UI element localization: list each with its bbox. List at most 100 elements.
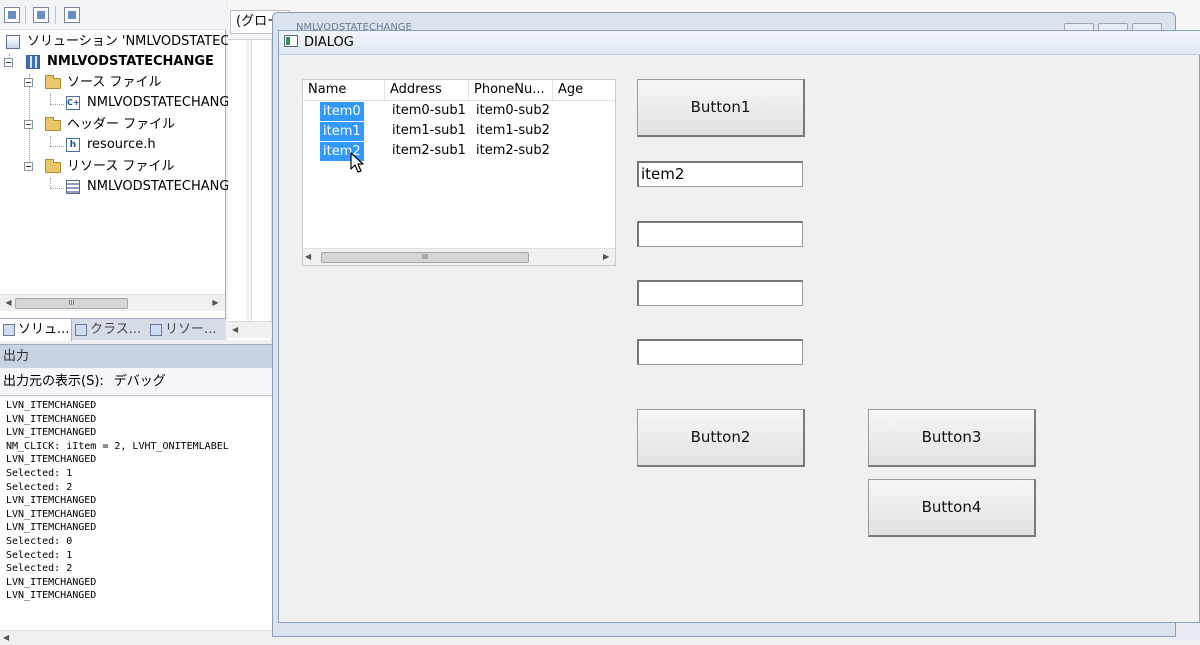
dialog-titlebar[interactable] xyxy=(279,31,1200,55)
output-source-bar: 出力元の表示(S): デバッグ xyxy=(0,368,272,396)
toolbar-separator xyxy=(55,6,56,24)
tree-item-label: NMLVODSTATECHANG xyxy=(87,179,230,194)
tree-line xyxy=(50,104,64,105)
tab-class-view[interactable]: クラス... xyxy=(72,319,147,341)
button4[interactable]: Button4 xyxy=(868,479,1036,537)
log-line: LVN_ITEMCHANGED xyxy=(6,495,97,507)
explorer-tabs: ソリュ... クラス... リソー... xyxy=(0,318,226,341)
resource-file-icon xyxy=(66,180,80,194)
solution-explorer-toolbar xyxy=(0,0,226,30)
log-line: Selected: 0 xyxy=(6,535,73,547)
scroll-thumb-grip: III xyxy=(68,299,75,307)
log-line: LVN_ITEMCHANGED xyxy=(6,522,97,534)
column-header-address[interactable]: Address xyxy=(385,80,469,101)
solution-icon xyxy=(6,35,20,49)
list-cell-phone: item0-sub2 xyxy=(476,103,550,118)
scroll-left-icon[interactable]: ◀ xyxy=(3,631,9,645)
log-line: Selected: 2 xyxy=(6,563,73,575)
list-cell-phone: item2-sub2 xyxy=(476,143,550,158)
tree-item-label: リソース ファイル xyxy=(67,159,175,174)
tab-label: リソー... xyxy=(165,322,217,337)
button1[interactable]: Button1 xyxy=(637,79,805,137)
list-cell-address: item1-sub1 xyxy=(392,123,466,138)
edit-field-1[interactable]: item2 xyxy=(637,161,803,187)
mouse-cursor-icon xyxy=(350,152,364,173)
list-view-scrollbar[interactable]: ◀ III ▶ xyxy=(303,248,615,265)
list-row[interactable]: item0 item0-sub1 item0-sub2 xyxy=(303,101,615,121)
list-cell-address: item0-sub1 xyxy=(392,103,466,118)
tab-solution-explorer[interactable]: ソリュ... xyxy=(0,319,72,341)
list-row[interactable]: item1 item1-sub1 item1-sub2 xyxy=(303,121,615,141)
scroll-thumb[interactable]: III xyxy=(15,298,128,309)
tab-label: クラス... xyxy=(90,322,142,337)
edit-field-2[interactable] xyxy=(637,221,803,247)
output-panel-header: 出力 xyxy=(0,344,272,368)
list-view-header: Name Address PhoneNu... Age xyxy=(303,80,615,101)
list-cell-name[interactable]: item1 xyxy=(320,122,364,141)
tree-item-label: ソース ファイル xyxy=(67,75,162,90)
folder-icon xyxy=(45,159,61,173)
tree-item-label: ソリューション 'NMLVODSTATEC xyxy=(27,34,230,49)
collapse-toggle[interactable] xyxy=(24,162,33,171)
list-cell-address: item2-sub1 xyxy=(392,143,466,158)
log-line: LVN_ITEMCHANGED xyxy=(6,400,97,411)
solution-explorer-scrollbar[interactable]: ◀ III ▶ xyxy=(0,294,225,311)
dialog-title: DIALOG xyxy=(304,35,354,50)
column-header-name[interactable]: Name xyxy=(303,80,385,101)
tree-item-label: resource.h xyxy=(87,137,156,152)
output-source-label: 出力元の表示(S): xyxy=(3,374,104,389)
scroll-right-icon[interactable]: ▶ xyxy=(603,249,609,265)
tree-line xyxy=(50,94,51,104)
solution-explorer-icon xyxy=(3,324,15,336)
header-file-icon: h xyxy=(66,138,80,152)
toolbar-separator xyxy=(25,6,26,24)
output-log[interactable]: LVN_ITEMCHANGED LVN_ITEMCHANGED LVN_ITEM… xyxy=(0,397,272,631)
collapse-toggle[interactable] xyxy=(24,78,33,87)
tab-label: ソリュ... xyxy=(18,322,70,337)
window-corner xyxy=(1176,623,1200,639)
folder-icon xyxy=(45,75,61,89)
tab-resource-view[interactable]: リソー... xyxy=(147,319,226,341)
column-header-age[interactable]: Age xyxy=(553,80,615,101)
folder-icon xyxy=(45,117,61,131)
dialog-app-icon xyxy=(284,35,298,47)
tree-line xyxy=(50,178,51,188)
scroll-left-icon[interactable]: ◀ xyxy=(305,249,311,265)
editor-margin xyxy=(246,40,252,322)
log-line: LVN_ITEMCHANGED xyxy=(6,508,97,520)
log-line: LVN_ITEMCHANGED xyxy=(6,427,97,439)
scroll-thumb-grip: III xyxy=(421,253,429,261)
collapse-toggle[interactable] xyxy=(4,58,13,67)
output-scrollbar[interactable]: ◀ xyxy=(0,630,272,645)
scroll-left-icon[interactable]: ◀ xyxy=(232,322,238,338)
resource-view-icon xyxy=(150,324,162,336)
edit-field-4[interactable] xyxy=(637,339,803,365)
log-line: LVN_ITEMCHANGED xyxy=(6,454,97,466)
show-all-files-icon[interactable] xyxy=(33,7,49,23)
output-source-select[interactable]: デバッグ xyxy=(114,374,166,389)
project-icon xyxy=(26,55,40,69)
log-line: Selected: 1 xyxy=(6,467,73,479)
tree-line xyxy=(50,146,64,147)
log-line: LVN_ITEMCHANGED xyxy=(6,413,97,425)
scroll-right-icon[interactable]: ▶ xyxy=(207,295,224,311)
collapse-toggle[interactable] xyxy=(24,120,33,129)
list-cell-phone: item1-sub2 xyxy=(476,123,550,138)
edit-field-3[interactable] xyxy=(637,280,803,306)
tree-line xyxy=(50,136,51,146)
list-cell-name[interactable]: item0 xyxy=(320,102,364,121)
class-view-icon xyxy=(75,324,87,336)
refresh-icon[interactable] xyxy=(64,7,80,23)
editor-scrollbar[interactable]: ◀ xyxy=(228,321,272,338)
log-line: Selected: 2 xyxy=(6,481,73,493)
tree-line xyxy=(50,188,64,189)
column-header-phone[interactable]: PhoneNu... xyxy=(469,80,553,101)
scroll-thumb[interactable]: III xyxy=(321,252,529,263)
button2[interactable]: Button2 xyxy=(637,409,805,467)
button3[interactable]: Button3 xyxy=(868,409,1036,467)
log-line: Selected: 1 xyxy=(6,549,73,561)
tree-item-label: NMLVODSTATECHANG xyxy=(87,95,230,110)
tree-item-label: NMLVODSTATECHANGE xyxy=(47,54,214,69)
properties-icon[interactable] xyxy=(4,7,20,23)
cpp-file-icon: C+ xyxy=(66,96,80,110)
